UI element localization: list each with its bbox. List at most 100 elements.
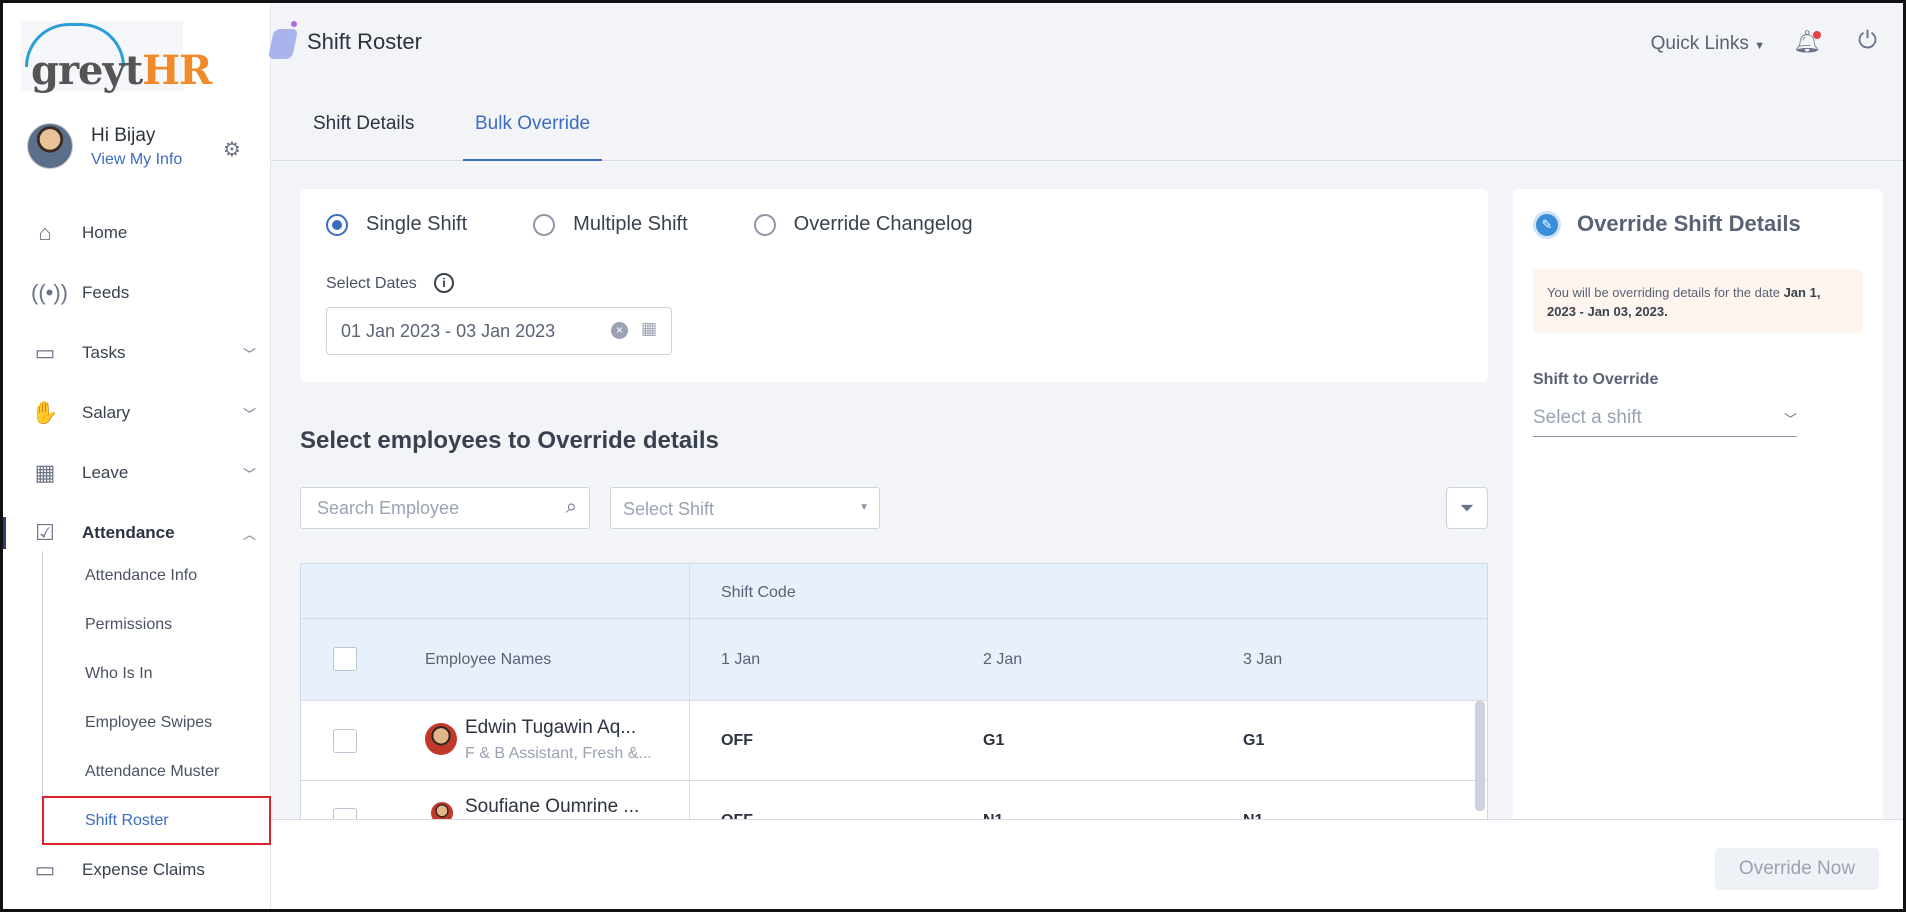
chevron-down-icon: ﹀: [243, 346, 257, 362]
radio-label: Single Shift: [366, 213, 468, 235]
greythr-logo[interactable]: greytHR: [21, 21, 212, 94]
date-header: 1 Jan: [721, 651, 761, 668]
caret-down-icon: ▼: [859, 502, 869, 513]
logo-text-hr: HR: [142, 47, 212, 94]
table-scrollbar[interactable]: [1475, 701, 1485, 811]
caret-down-icon: ▼: [1754, 40, 1765, 52]
select-shift-placeholder: Select Shift: [623, 499, 715, 519]
feeds-icon: ((•)): [31, 280, 69, 305]
employee-name: Edwin Tugawin Aq...: [465, 717, 637, 738]
view-my-info-link[interactable]: View My Info: [91, 151, 182, 169]
date-header: 3 Jan: [1243, 651, 1283, 668]
employee-table: Shift Code Employee Names 1 Jan 2 Jan 3 …: [300, 563, 1488, 820]
sidebar-subitem-who-is-in[interactable]: Who Is In: [43, 649, 271, 698]
sidebar-item-label: Home: [82, 223, 128, 242]
info-icon[interactable]: i: [434, 273, 454, 293]
avatar: [431, 802, 453, 819]
select-all-checkbox[interactable]: [333, 647, 357, 671]
sidebar-subitem-shift-roster[interactable]: Shift Roster: [42, 796, 271, 845]
sidebar-item-salary[interactable]: ✋ Salary ﹀: [3, 383, 271, 443]
section-title: Select employees to Override details: [300, 427, 719, 454]
sidebar-subitem-permissions[interactable]: Permissions: [43, 600, 271, 649]
sidebar-item-label: Leave: [82, 463, 129, 482]
notice-text: You will be overriding details for the d…: [1547, 285, 1780, 300]
select-shift-dropdown[interactable]: Select Shift ▼: [610, 487, 880, 529]
avatar[interactable]: [27, 123, 73, 169]
employee-designation: F & B Assistant, Fresh &...: [465, 745, 652, 762]
mode-radio-group: Single Shift Multiple Shift Override Cha…: [326, 213, 1039, 236]
calendar-icon[interactable]: ▦: [641, 319, 657, 339]
table-group-header: Shift Code: [301, 564, 1487, 619]
sidebar-item-label: Expense Claims: [82, 860, 205, 879]
shift-to-override-label: Shift to Override: [1533, 371, 1659, 388]
tab-bulk-override[interactable]: Bulk Override: [463, 113, 603, 161]
radio-multiple-shift[interactable]: Multiple Shift: [533, 213, 688, 236]
user-greeting: Hi Bijay: [91, 125, 156, 146]
table-row: Edwin Tugawin Aq... F & B Assistant, Fre…: [301, 701, 1487, 781]
page-title: Shift Roster: [307, 29, 422, 54]
sidebar-subitem-attendance-info[interactable]: Attendance Info: [43, 551, 271, 600]
radio-override-changelog[interactable]: Override Changelog: [753, 213, 973, 236]
search-icon[interactable]: ⌕: [566, 496, 577, 519]
date-header: 2 Jan: [983, 651, 1023, 668]
checkbox-icon: ☑: [35, 520, 55, 545]
sidebar-nav: ⌂ Home ((•)) Feeds ▭ Tasks ﹀ ✋ Salary ﹀ …: [3, 203, 271, 563]
radio-label: Multiple Shift: [573, 213, 688, 235]
power-icon[interactable]: ⏻: [1858, 27, 1877, 55]
shift-placeholder: Select a shift: [1533, 407, 1642, 428]
home-icon: ⌂: [38, 220, 52, 245]
edit-icon: ✎: [1533, 211, 1561, 239]
logo-text: greyt: [31, 47, 143, 94]
chevron-up-icon: ︿: [243, 526, 257, 542]
shift-to-override-dropdown[interactable]: Select a shift ﹀: [1533, 401, 1797, 437]
sidebar-item-feeds[interactable]: ((•)) Feeds: [3, 263, 271, 323]
search-employee-box: ⌕: [300, 487, 590, 529]
sidebar-item-leave[interactable]: ▦ Leave ﹀: [3, 443, 271, 503]
sidebar-item-label: Feeds: [82, 283, 130, 302]
sidebar-item-label: Attendance: [82, 523, 175, 542]
employee-names-header: Employee Names: [425, 651, 552, 668]
row-checkbox[interactable]: [333, 729, 357, 753]
date-range-value: 01 Jan 2023 - 03 Jan 2023: [341, 321, 556, 341]
sidebar-item-tasks[interactable]: ▭ Tasks ﹀: [3, 323, 271, 383]
radio-single-shift[interactable]: Single Shift: [326, 213, 467, 236]
shift-code-header: Shift Code: [721, 584, 796, 601]
filter-button[interactable]: ⏷: [1446, 487, 1488, 529]
title-decoration-icon: [267, 29, 299, 59]
sidebar-item-expense-claims[interactable]: ▭ Expense Claims: [3, 840, 271, 900]
title-decoration-dot: [291, 21, 297, 27]
sidebar-subitem-attendance-muster[interactable]: Attendance Muster: [43, 747, 271, 796]
sidebar: greytHR Hi Bijay View My Info ⚙ ⌂ Home (…: [3, 3, 271, 909]
sidebar-item-home[interactable]: ⌂ Home: [3, 203, 271, 263]
select-dates-label: Select Dates: [326, 275, 417, 292]
sidebar-item-label: Tasks: [82, 343, 126, 362]
radio-circle: [533, 213, 556, 236]
calendar-icon: ▦: [34, 460, 56, 485]
sidebar-item-label: Salary: [82, 403, 131, 422]
tab-shift-details[interactable]: Shift Details: [301, 113, 426, 161]
search-employee-input[interactable]: [317, 498, 547, 519]
shift-code-cell: G1: [1243, 732, 1265, 749]
sidebar-subitem-employee-swipes[interactable]: Employee Swipes: [43, 698, 271, 747]
chevron-down-icon: ﹀: [1783, 412, 1797, 427]
wallet-icon: ▭: [34, 857, 56, 882]
tab-bar: Shift Details Bulk Override: [271, 93, 1903, 161]
shift-code-cell: G1: [983, 732, 1005, 749]
date-range-input[interactable]: 01 Jan 2023 - 03 Jan 2023 × ▦: [326, 307, 672, 355]
override-details-panel: ✎ Override Shift Details You will be ove…: [1513, 189, 1883, 829]
salary-icon: ✋: [31, 400, 59, 425]
header: Shift Roster Quick Links ▼ 🔔︎ ⏻: [267, 3, 1903, 83]
notification-dot: [1813, 31, 1821, 39]
avatar: [425, 723, 457, 755]
footer-bar: Override Now: [271, 819, 1903, 909]
table-header-row: Employee Names 1 Jan 2 Jan 3 Jan: [301, 619, 1487, 701]
quick-links-label: Quick Links: [1650, 33, 1749, 54]
chevron-down-icon: ﹀: [243, 466, 257, 482]
gear-icon[interactable]: ⚙: [223, 137, 241, 162]
clear-icon[interactable]: ×: [611, 322, 628, 339]
panel-title: Override Shift Details: [1577, 211, 1801, 236]
override-now-button[interactable]: Override Now: [1715, 848, 1879, 890]
filter-icon: ⏷: [1459, 498, 1475, 518]
employee-name: Soufiane Oumrine ...: [465, 796, 640, 817]
quick-links-dropdown[interactable]: Quick Links ▼: [1651, 33, 1765, 55]
